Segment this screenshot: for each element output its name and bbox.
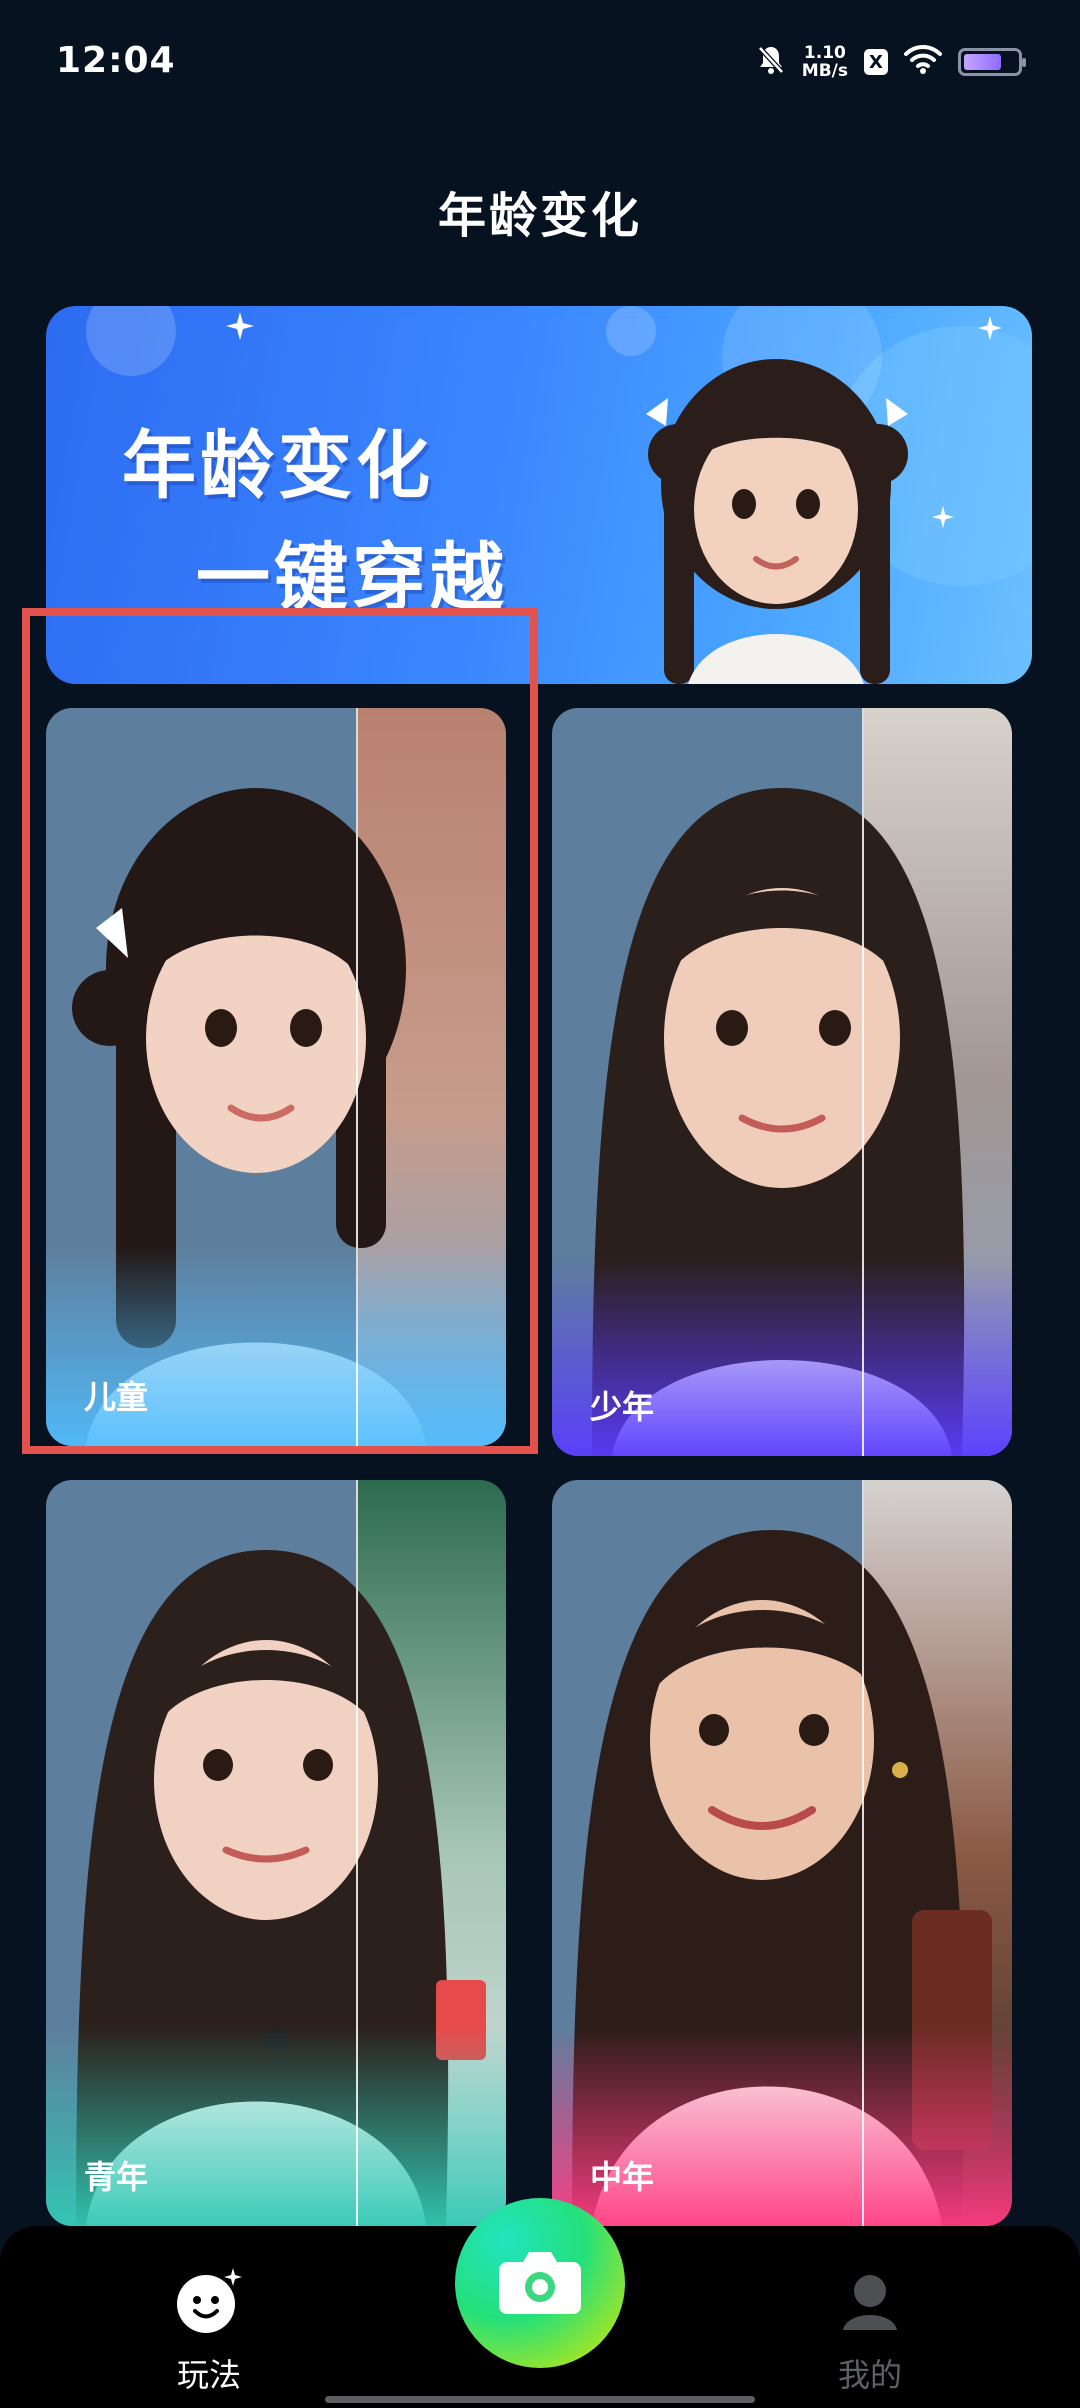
highlight-box [22, 608, 538, 1454]
camera-icon [497, 2246, 583, 2320]
banner-bubble [86, 306, 176, 376]
camera-button[interactable] [455, 2198, 625, 2368]
status-time: 12:04 [56, 40, 176, 81]
card-label: 青年 [84, 2158, 149, 2196]
nav-item-play[interactable]: 玩法 [134, 2266, 284, 2396]
battery-icon [958, 48, 1026, 76]
net-speed: 1.10 MB/s [802, 44, 848, 80]
card-label: 少年 [590, 1388, 655, 1426]
net-speed-value: 1.10 [803, 43, 846, 63]
status-bar: 12:04 1.10 MB/s X [0, 0, 1080, 120]
x-app-icon: X [864, 49, 888, 75]
net-speed-unit: MB/s [801, 61, 848, 81]
card-label: 中年 [590, 2158, 655, 2196]
card-divider [356, 1480, 358, 2226]
status-icons: 1.10 MB/s X [756, 42, 1026, 82]
banner-girl-image [616, 334, 936, 684]
card-middle-age[interactable]: 中年 [552, 1480, 1012, 2226]
wifi-icon [904, 44, 942, 79]
card-teen[interactable]: 少年 [552, 708, 1012, 1456]
page-title: 年龄变化 [437, 188, 642, 244]
card-divider [862, 708, 864, 1456]
nav-label-play: 玩法 [176, 2356, 241, 2394]
battery-fill [964, 54, 1001, 70]
card-youth[interactable]: 青年 [46, 1480, 506, 2226]
sparkle-icon [226, 312, 254, 344]
nav-label-mine: 我的 [837, 2356, 902, 2394]
card-divider [862, 1480, 864, 2226]
banner-title: 年龄变化 [122, 423, 434, 509]
nav-item-mine[interactable]: 我的 [795, 2266, 945, 2396]
smile-icon [174, 2266, 244, 2340]
sparkle-icon [978, 316, 1002, 344]
home-indicator [325, 2396, 755, 2403]
bell-off-icon [756, 44, 786, 80]
user-icon [835, 2266, 905, 2340]
